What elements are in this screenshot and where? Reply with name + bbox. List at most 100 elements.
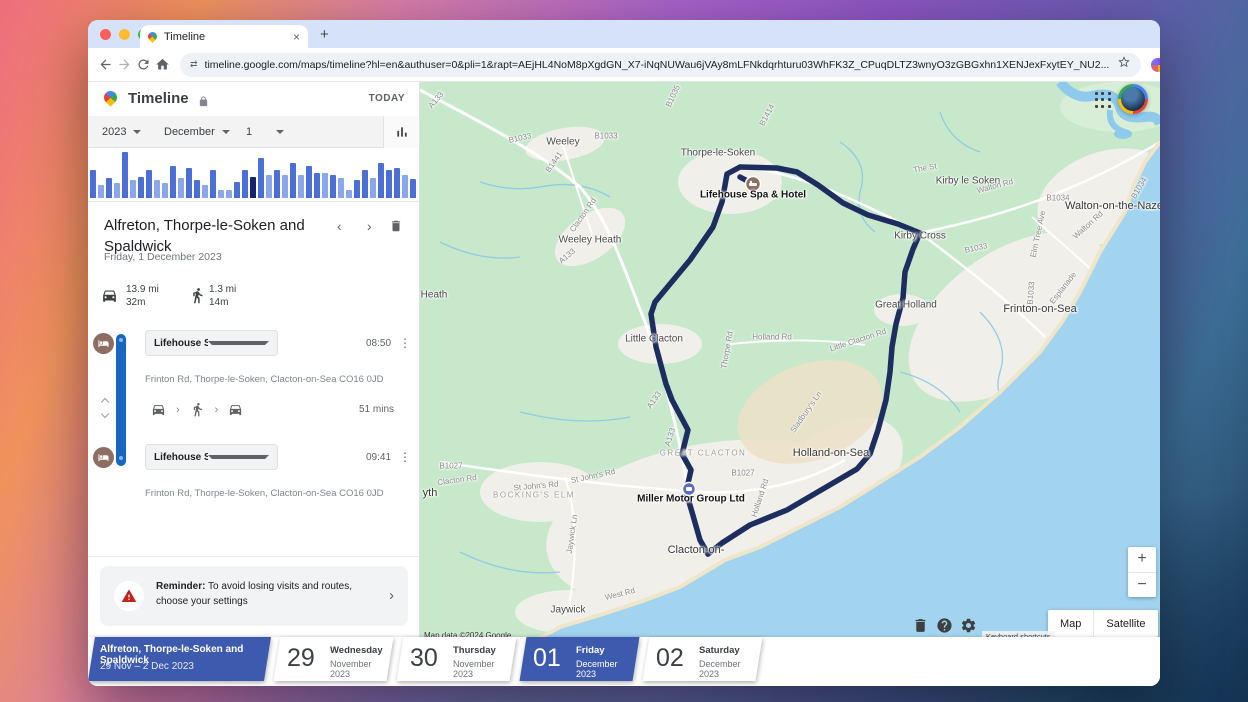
browser-tab[interactable]: Timeline × — [140, 25, 308, 48]
place-dropdown[interactable]: Lifehouse Spa & Hotel — [145, 444, 278, 470]
close-window-button[interactable] — [100, 29, 111, 40]
delete-day-icon[interactable] — [389, 219, 403, 238]
histogram-bar[interactable] — [138, 177, 144, 198]
histogram-bar[interactable] — [354, 180, 360, 198]
histogram-bar[interactable] — [178, 178, 184, 198]
histogram-bar[interactable] — [330, 175, 336, 198]
day-card-30[interactable]: 30 Thursday November 2023 — [396, 637, 517, 681]
histogram-bar[interactable] — [122, 152, 128, 198]
home-icon[interactable] — [155, 53, 170, 77]
histogram-bar[interactable] — [106, 178, 112, 198]
histogram-bar[interactable] — [410, 179, 416, 198]
histogram-bar[interactable] — [298, 175, 304, 198]
tab-close-icon[interactable]: × — [293, 30, 300, 44]
histogram-bar[interactable] — [218, 190, 224, 198]
visit-time: 08:50 — [366, 338, 392, 349]
histogram-bar[interactable] — [386, 170, 392, 198]
today-button[interactable]: TODAY — [369, 93, 405, 104]
histogram-bar[interactable] — [258, 158, 264, 198]
histogram-bar[interactable] — [202, 185, 208, 198]
histogram-bar[interactable] — [362, 170, 368, 198]
histogram-bar[interactable] — [194, 180, 200, 198]
entry-menu-icon[interactable]: ⋮ — [399, 450, 411, 464]
map-label: Weeley Heath — [558, 234, 622, 246]
map-label: Thorpe-le-Soken — [680, 147, 756, 159]
map-profile-avatar[interactable] — [1118, 84, 1148, 114]
extension-floret-icon[interactable] — [1151, 53, 1160, 77]
forward-icon[interactable] — [117, 53, 132, 77]
year-dropdown[interactable]: 2023 — [102, 116, 142, 148]
histogram-bar[interactable] — [322, 173, 328, 198]
histogram-bar[interactable] — [146, 170, 152, 198]
histogram-bar[interactable] — [306, 166, 312, 198]
help-icon[interactable] — [936, 617, 953, 634]
minimize-window-button[interactable] — [119, 29, 130, 40]
zoom-out-button[interactable]: − — [1128, 573, 1156, 598]
car-icon — [101, 287, 118, 304]
apps-grid-icon[interactable] — [1095, 92, 1112, 109]
histogram-bar[interactable] — [346, 190, 352, 198]
reload-icon[interactable] — [136, 53, 151, 77]
satellite-button[interactable]: Satellite — [1094, 610, 1157, 637]
previous-day-icon[interactable]: ‹ — [337, 218, 342, 234]
histogram-bar[interactable] — [98, 185, 104, 198]
histogram-bar[interactable] — [170, 166, 176, 198]
histogram-bar[interactable] — [242, 170, 248, 198]
browser-window: Timeline × + ⇄ timeline.google.com/maps/… — [88, 20, 1160, 686]
histogram-bar[interactable] — [210, 170, 216, 198]
map-label: B1034 — [1129, 175, 1149, 201]
chevron-up-icon[interactable] — [100, 397, 110, 407]
map[interactable]: A133 B1033 Weeley B1033 B1035 B1441 Clacton Rd… — [420, 82, 1160, 637]
histogram-toggle-button[interactable] — [383, 116, 419, 148]
map-button[interactable]: Map — [1048, 610, 1095, 637]
trip-summary-card[interactable]: Alfreton, Thorpe-le-Soken and Spaldwick … — [88, 637, 271, 681]
histogram-bar[interactable] — [234, 182, 240, 198]
histogram-bar[interactable] — [130, 180, 136, 198]
map-label: The St — [912, 161, 938, 175]
histogram-bar[interactable] — [186, 168, 192, 198]
day-dropdown[interactable]: 1 — [246, 116, 284, 148]
histogram-bar[interactable] — [378, 163, 384, 198]
histogram-bar[interactable] — [114, 183, 120, 198]
month-dropdown[interactable]: December — [164, 116, 230, 148]
zoom-in-button[interactable]: + — [1128, 547, 1156, 573]
histogram-bar[interactable] — [266, 175, 272, 198]
maps-pin-icon — [101, 88, 120, 107]
visit-time: 09:41 — [366, 452, 392, 463]
site-info-icon[interactable]: ⇄ — [190, 59, 197, 70]
histogram-bar[interactable] — [154, 180, 160, 198]
place-dropdown[interactable]: Lifehouse Spa & Hotel — [145, 330, 278, 356]
day-card-02[interactable]: 02 Saturday December 2023 — [642, 637, 763, 681]
histogram-bar[interactable] — [274, 170, 280, 198]
next-day-icon[interactable]: › — [367, 218, 372, 234]
url-bar[interactable]: ⇄ timeline.google.com/maps/timeline?hl=e… — [180, 52, 1142, 77]
histogram-bar[interactable] — [162, 183, 168, 198]
day-card-29[interactable]: 29 Wednesday November 2023 — [273, 637, 394, 681]
histogram-bar[interactable] — [250, 177, 256, 198]
new-tab-button[interactable]: + — [320, 26, 329, 43]
histogram-bar[interactable] — [226, 190, 232, 198]
day-card-01-selected[interactable]: 01 Friday December 2023 — [519, 637, 640, 681]
chevron-right-icon[interactable]: › — [389, 587, 394, 604]
map-label: A133 — [644, 389, 664, 411]
map-label: Walton Rd — [1071, 209, 1105, 241]
histogram-bar[interactable] — [290, 163, 296, 198]
map-label: Holland Rd — [752, 332, 792, 342]
collapse-controls[interactable] — [100, 397, 110, 419]
bookmark-star-icon[interactable] — [1117, 55, 1131, 74]
histogram-bar[interactable] — [370, 178, 376, 198]
map-trash-icon[interactable] — [912, 617, 929, 634]
histogram-bar[interactable] — [90, 170, 96, 198]
histogram-bar[interactable] — [402, 175, 408, 198]
reminder-banner[interactable]: Reminder: To avoid losing visits and rou… — [100, 566, 408, 626]
tab-title: Timeline — [164, 30, 206, 43]
histogram-bar[interactable] — [282, 175, 288, 198]
histogram-bar[interactable] — [338, 178, 344, 198]
histogram-bar[interactable] — [394, 168, 400, 198]
map-settings-gear-icon[interactable] — [960, 617, 977, 634]
chevron-down-icon[interactable] — [100, 409, 110, 419]
back-icon[interactable] — [98, 53, 113, 77]
walk-icon — [189, 287, 206, 304]
histogram-bar[interactable] — [314, 173, 320, 198]
entry-menu-icon[interactable]: ⋮ — [399, 336, 411, 350]
